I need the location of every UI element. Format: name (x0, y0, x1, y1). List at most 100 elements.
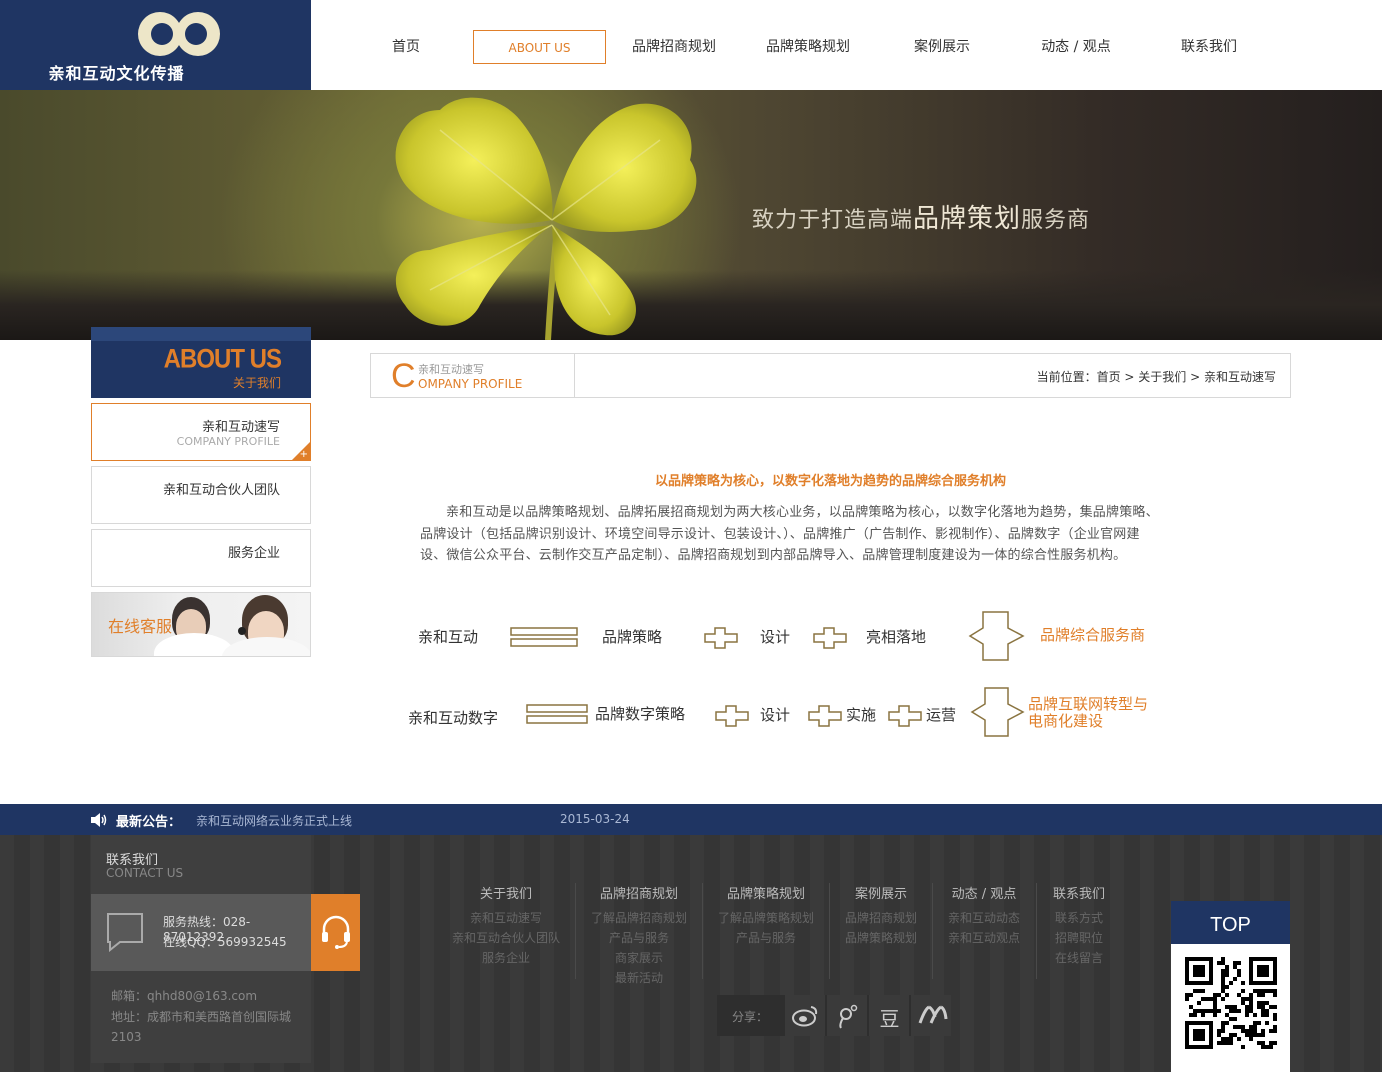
nav-brand-strategy[interactable]: 品牌策略规划 (753, 30, 863, 64)
footer-link[interactable]: 商家展示 (584, 948, 694, 968)
sidebar-item-en: COMPANY PROFILE (176, 435, 280, 448)
footer-link[interactable]: 联系方式 (1044, 908, 1114, 928)
diagram-row2-c: 实施 (846, 706, 877, 724)
sidebar-item-company-profile[interactable]: 亲和互动速写 COMPANY PROFILE + (91, 403, 311, 461)
content-header: C 亲和互动速写 OMPANY PROFILE 当前位置：首页 > 关于我们 >… (370, 353, 1291, 398)
contact-title-en: CONTACT US (106, 866, 184, 880)
footer-link[interactable]: 了解品牌策略规划 (712, 908, 820, 928)
logo[interactable]: 亲和互动文化传播 (0, 0, 311, 90)
notice-link[interactable]: 亲和互动网络云业务正式上线 (196, 812, 352, 829)
footer-divider (702, 883, 703, 979)
article-body: 亲和互动是以品牌策略规划、品牌拓展招商规划为两大核心业务，以品牌策略为核心，以数… (420, 505, 1159, 563)
section-title-en: OMPANY PROFILE (418, 377, 523, 391)
breadcrumb-home[interactable]: 首页 (1097, 370, 1121, 384)
diagram-row2-d: 运营 (926, 706, 957, 724)
sidebar-item-service-clients[interactable]: 服务企业 (91, 529, 311, 587)
footer-col-investment: 品牌招商规划 了解品牌招商规划 产品与服务 商家展示 最新活动 (584, 883, 694, 988)
diagram-row2-start: 亲和互动数字 (408, 709, 499, 727)
section-title-cn: 亲和互动速写 (418, 363, 484, 376)
footer-col-title[interactable]: 动态 / 观点 (940, 883, 1028, 902)
diagram-row1-start: 亲和互动 (418, 628, 479, 646)
equals-icon (526, 704, 588, 724)
diagram-row2-a: 品牌数字策略 (595, 705, 686, 723)
page: 亲和互动文化传播 首页 ABOUT US 品牌招商规划 品牌策略规划 案例展示 … (0, 0, 1382, 1072)
online-service-label: 在线客服 (108, 617, 173, 636)
plus-icon (888, 705, 922, 727)
nav-home[interactable]: 首页 (371, 30, 441, 64)
sidebar-item-label: 服务企业 (227, 546, 280, 561)
footer-link[interactable]: 亲和互动合伙人团队 (446, 928, 566, 948)
contact-email: 邮箱：qhhd80@163.com (111, 989, 258, 1003)
footer-col-title[interactable]: 关于我们 (446, 883, 566, 902)
article-heading: 以品牌策略为核心，以数字化落地为趋势的品牌综合服务机构 (654, 474, 1006, 489)
breadcrumb-parent[interactable]: 关于我们 (1138, 370, 1186, 384)
brand-name: 亲和互动文化传播 (48, 64, 185, 83)
plus-icon (704, 627, 738, 649)
share-bar: 分享： 豆 (717, 995, 951, 1036)
footer-col-about: 关于我们 亲和互动速写 亲和互动合伙人团队 服务企业 (446, 883, 566, 968)
nav-brand-investment[interactable]: 品牌招商规划 (619, 30, 729, 64)
diagram-row2-result-line2: 电商化建设 (1028, 712, 1104, 730)
diagram-row1-b: 设计 (760, 628, 791, 646)
plus-icon (813, 627, 847, 649)
qr-panel: TOP (1171, 901, 1290, 1072)
footer-col-title[interactable]: 品牌招商规划 (584, 883, 694, 902)
online-service-banner[interactable]: 在线客服 (91, 592, 311, 657)
banner-slogan-post: 服务商 (1021, 208, 1091, 233)
footer-divider (1036, 883, 1037, 979)
back-to-top-button[interactable]: TOP (1171, 907, 1290, 944)
footer-col-news: 动态 / 观点 亲和互动动态 亲和互动观点 (940, 883, 1028, 948)
headset-icon (322, 915, 350, 949)
breadcrumb: 当前位置：首页 > 关于我们 > 亲和互动速写 (1037, 368, 1276, 385)
qr-code-icon (1185, 957, 1277, 1049)
main-nav: 首页 ABOUT US 品牌招商规划 品牌策略规划 案例展示 动态 / 观点 联… (311, 0, 1382, 90)
footer-col-cases: 案例展示 品牌招商规划 品牌策略规划 (838, 883, 924, 948)
footer-col-contact: 联系我们 联系方式 招聘职位 在线留言 (1044, 883, 1114, 968)
nav-contact[interactable]: 联系我们 (1164, 30, 1254, 64)
footer-col-title[interactable]: 案例展示 (838, 883, 924, 902)
footer-link[interactable]: 最新活动 (584, 968, 694, 988)
footer-link[interactable]: 亲和互动观点 (940, 928, 1028, 948)
share-label: 分享： (732, 1010, 769, 1024)
logo-mark-icon (138, 12, 220, 56)
douban-icon[interactable]: 豆 (868, 995, 909, 1036)
nav-about-us[interactable]: ABOUT US (473, 30, 606, 64)
section-title-box: C 亲和互动速写 OMPANY PROFILE (371, 354, 575, 397)
footer-col-title[interactable]: 联系我们 (1044, 883, 1114, 902)
speaker-icon (91, 813, 107, 827)
footer-link[interactable]: 品牌策略规划 (838, 928, 924, 948)
footer-link[interactable]: 产品与服务 (712, 928, 820, 948)
renren-icon[interactable] (910, 995, 951, 1036)
nav-news[interactable]: 动态 / 观点 (1026, 30, 1126, 64)
nav-cases[interactable]: 案例展示 (897, 30, 987, 64)
footer-link[interactable]: 亲和互动动态 (940, 908, 1028, 928)
headset-mic (238, 627, 246, 635)
footer-link[interactable]: 了解品牌招商规划 (584, 908, 694, 928)
breadcrumb-current[interactable]: 亲和互动速写 (1204, 370, 1276, 384)
plus-icon (715, 705, 749, 727)
clover-image (395, 97, 697, 340)
footer-link[interactable]: 服务企业 (446, 948, 566, 968)
sidebar-item-label: 亲和互动速写 (201, 420, 280, 435)
breadcrumb-sep: > (1120, 370, 1139, 384)
call-button[interactable] (311, 894, 360, 971)
footer-link[interactable]: 产品与服务 (584, 928, 694, 948)
agent-image (222, 637, 310, 656)
equals-icon (510, 627, 578, 647)
sidebar-header-strip (91, 327, 311, 341)
footer-link[interactable]: 品牌招商规划 (838, 908, 924, 928)
diagram-row2-b: 设计 (760, 706, 791, 724)
footer-col-title[interactable]: 品牌策略规划 (712, 883, 820, 902)
diagram-row1-result: 品牌综合服务商 (1040, 626, 1146, 644)
sidebar-item-label: 亲和互动合伙人团队 (162, 483, 280, 498)
double-arrow-icon (970, 687, 1025, 737)
weibo-icon[interactable] (784, 995, 825, 1036)
footer-divider (932, 883, 933, 979)
sidebar-title: ABOUT US (163, 344, 282, 375)
footer-link[interactable]: 亲和互动速写 (446, 908, 566, 928)
sidebar-item-partner-team[interactable]: 亲和互动合伙人团队 (91, 466, 311, 524)
footer-link[interactable]: 在线留言 (1044, 948, 1114, 968)
footer-link[interactable]: 招聘职位 (1044, 928, 1114, 948)
diagram-row1-a: 品牌策略 (602, 628, 663, 646)
tencent-weibo-icon[interactable] (826, 995, 867, 1036)
